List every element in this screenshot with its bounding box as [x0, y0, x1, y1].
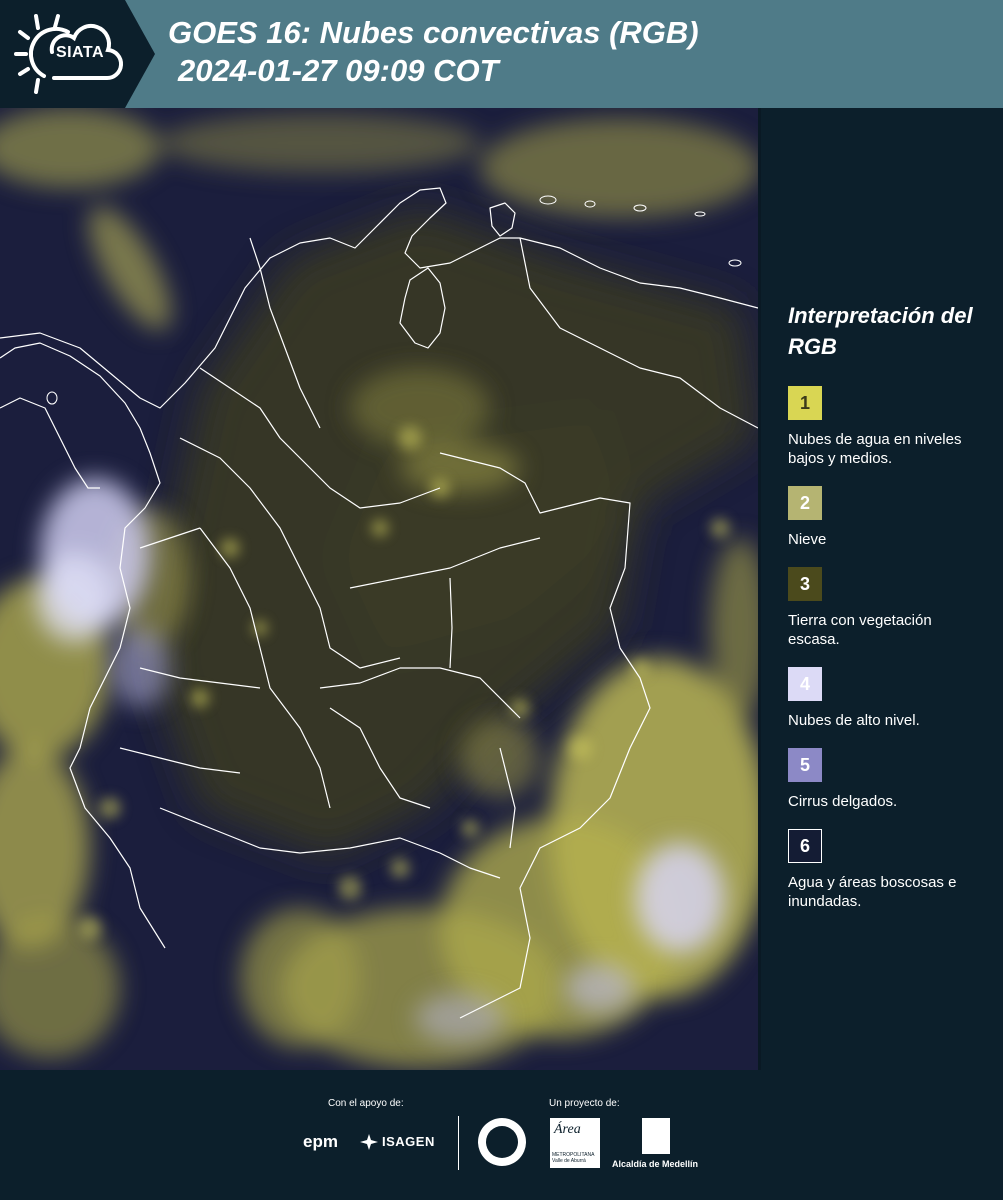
legend-number: 3	[799, 573, 810, 594]
legend-item-3: 3 Tierra con vegetación escasa.	[788, 567, 988, 649]
map-edge	[758, 108, 761, 1070]
page-title: GOES 16: Nubes convectivas (RGB) 2024-01…	[168, 14, 699, 90]
map-image	[0, 108, 758, 1070]
legend-number: 2	[799, 492, 810, 513]
title-product: GOES 16: Nubes convectivas (RGB)	[168, 15, 699, 50]
legend-swatch-2: 2	[788, 486, 822, 520]
legend-label: Cirrus delgados.	[788, 793, 898, 810]
legend-item-6: 6 Agua y áreas boscosas e inundadas.	[788, 829, 988, 911]
legend-swatch-3: 3	[788, 567, 822, 601]
legend-item-4: 4 Nubes de alto nivel.	[788, 667, 988, 730]
legend-swatch-6: 6	[788, 829, 822, 863]
logo-text: SIATA	[55, 44, 105, 61]
legend-number: 6	[799, 835, 810, 856]
isagen-logo: ISAGEN	[382, 1134, 435, 1149]
rgb-legend: Interpretación del RGB 1 Nubes de agua e…	[788, 300, 988, 911]
legend-label: Nieve	[788, 531, 827, 548]
footer: Con el apoyo de: Un proyecto de: epm ISA…	[0, 1070, 1003, 1200]
legend-label: Nubes de agua en niveles bajos y medios.	[788, 431, 962, 467]
legend-number: 1	[799, 392, 810, 413]
header-bar: SIATA GOES 16: Nubes convectivas (RGB) 2…	[0, 0, 1003, 108]
footer-divider	[458, 1116, 459, 1170]
legend-swatch-1: 1	[788, 386, 822, 420]
project-label: Un proyecto de:	[549, 1098, 620, 1109]
epm-logo: epm	[303, 1132, 338, 1151]
support-label: Con el apoyo de:	[328, 1098, 404, 1109]
legend-number: 4	[799, 673, 810, 694]
legend-label: Agua y áreas boscosas e inundadas.	[788, 874, 957, 910]
title-timestamp: 2024-01-27 09:09 COT	[178, 53, 499, 88]
legend-item-5: 5 Cirrus delgados.	[788, 748, 988, 811]
alcaldia-shield-icon	[642, 1118, 670, 1154]
legend-swatch-5: 5	[788, 748, 822, 782]
legend-item-1: 1 Nubes de agua en niveles bajos y medio…	[788, 386, 988, 468]
alcaldia-label: Alcaldía de Medellín	[612, 1159, 699, 1169]
medellin-seal-icon	[478, 1118, 526, 1166]
legend-label: Nubes de alto nivel.	[788, 712, 920, 729]
legend-item-2: 2 Nieve	[788, 486, 988, 549]
area-metropolitana-logo: Área METROPOLITANA Valle de Aburrá	[550, 1118, 600, 1168]
legend-swatch-4: 4	[788, 667, 822, 701]
legend-label: Tierra con vegetación escasa.	[788, 612, 932, 648]
satellite-map[interactable]	[0, 108, 758, 1070]
legend-title: Interpretación del RGB	[788, 303, 973, 359]
area-logo-text: Área	[554, 1122, 581, 1137]
legend-number: 5	[799, 754, 810, 775]
siata-logo: SIATA	[0, 0, 155, 108]
area-logo-sub: METROPOLITANA Valle de Aburrá	[552, 1152, 595, 1164]
isagen-icon	[360, 1134, 378, 1150]
